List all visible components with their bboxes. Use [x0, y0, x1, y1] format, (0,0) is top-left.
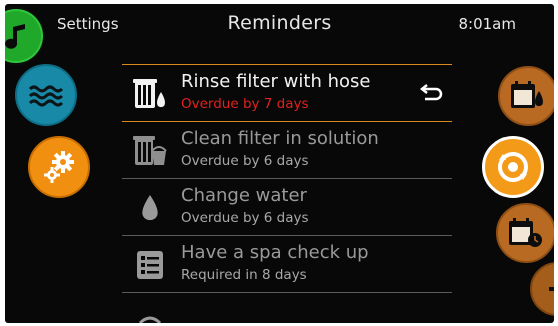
filter-water-icon — [132, 76, 168, 112]
calendar-clock-icon — [509, 218, 542, 247]
water-drop-icon — [132, 190, 168, 226]
reminder-status: Overdue by 6 days — [181, 210, 309, 226]
clock-time: 8:01am — [458, 15, 517, 33]
water-button[interactable] — [15, 64, 77, 126]
partial-reminder-icon — [132, 301, 168, 323]
refresh-cycle-icon — [498, 152, 528, 182]
return-arrow-icon — [419, 84, 443, 101]
reminder-title: Clean filter in solution — [181, 128, 379, 149]
reminder-row-clean-filter[interactable]: Clean filter in solution Overdue by 6 da… — [122, 122, 452, 179]
reminder-row-rinse-filter[interactable]: Rinse filter with hose Overdue by 7 days — [122, 64, 452, 122]
reminders-cycle-button[interactable] — [482, 136, 544, 198]
checklist-icon — [132, 247, 168, 283]
reminder-row-spa-check-up[interactable]: Have a spa check up Required in 8 days — [122, 236, 452, 293]
settings-button[interactable] — [28, 136, 90, 198]
reminder-status: Required in 8 days — [181, 267, 307, 283]
gears-icon — [44, 151, 74, 183]
reminder-title: Have a spa check up — [181, 242, 369, 263]
calendar-water-button[interactable] — [498, 66, 554, 126]
calendar-schedule-button[interactable] — [496, 203, 554, 263]
reminder-status: Overdue by 7 days — [181, 96, 309, 112]
reminder-row-change-water[interactable]: Change water Overdue by 6 days — [122, 179, 452, 236]
reminder-title: Change water — [181, 185, 307, 206]
more-button[interactable] — [530, 262, 554, 316]
more-icon — [549, 287, 554, 291]
reminder-row-partial[interactable] — [122, 293, 452, 323]
calendar-drop-icon — [511, 81, 543, 108]
reminder-status: Overdue by 6 days — [181, 153, 309, 169]
reminders-list: Rinse filter with hose Overdue by 7 days — [122, 64, 452, 323]
reset-reminder-button[interactable] — [418, 83, 444, 105]
filter-bucket-icon — [132, 133, 168, 169]
reminder-title: Rinse filter with hose — [181, 71, 371, 92]
waves-icon — [28, 85, 64, 107]
spa-control-screen: Settings Reminders 8:01am Rinse filter w… — [5, 4, 554, 323]
